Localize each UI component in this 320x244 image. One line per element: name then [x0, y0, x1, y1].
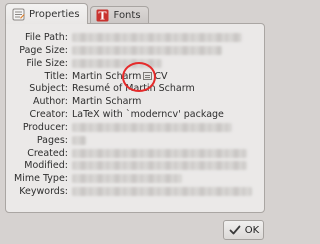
title-row: Title: Martin Scharm CV — [6, 70, 264, 83]
pages-label: Pages: — [36, 134, 68, 146]
keywords-label: Keywords: — [19, 186, 68, 198]
keywords-value-redacted — [72, 187, 252, 197]
file-path-label: File Path: — [25, 32, 68, 43]
title-label: Title: — [44, 70, 68, 82]
svg-text:T: T — [98, 10, 107, 23]
ok-button-label: OK — [244, 224, 260, 236]
fonts-icon: T — [96, 9, 110, 23]
properties-icon — [11, 7, 25, 21]
unknown-glyph-icon — [143, 71, 153, 80]
file-size-row: File Size: — [6, 57, 264, 70]
tab-bar: Properties T Fonts — [5, 3, 149, 24]
creator-label: Creator: — [29, 109, 68, 121]
properties-panel: File Path: Page Size: File Size: Title: … — [5, 23, 265, 213]
file-path-row: File Path: — [6, 31, 264, 44]
tab-properties-label: Properties — [29, 8, 80, 20]
mime-type-row: Mime Type: — [6, 172, 264, 185]
title-value-part-2: CV — [154, 70, 168, 82]
modified-value-redacted — [72, 161, 247, 171]
subject-row: Subject: Resumé of Martin Scharm — [6, 82, 264, 95]
subject-value: Resumé of Martin Scharm — [72, 83, 195, 95]
checkmark-icon — [228, 223, 242, 237]
producer-value-redacted — [72, 122, 232, 132]
page-size-label: Page Size: — [19, 44, 68, 56]
created-label: Created: — [27, 147, 68, 159]
page-size-value-redacted — [72, 45, 222, 55]
mime-type-value-redacted — [72, 174, 182, 184]
title-value-part-1: Martin Scharm — [72, 70, 142, 82]
page-size-row: Page Size: — [6, 44, 264, 57]
ok-button[interactable]: OK — [223, 220, 264, 240]
file-size-value-redacted — [72, 58, 162, 68]
created-value-redacted — [72, 148, 247, 158]
creator-row: Creator: LaTeX with `moderncv' package — [6, 108, 264, 121]
producer-row: Producer: — [6, 121, 264, 134]
pages-row: Pages: — [6, 134, 264, 147]
subject-label: Subject: — [29, 83, 68, 95]
modified-label: Modified: — [24, 160, 68, 172]
producer-label: Producer: — [22, 121, 68, 133]
keywords-row: Keywords: — [6, 185, 264, 198]
file-path-value-redacted — [72, 33, 242, 42]
author-row: Author: Martin Scharm — [6, 95, 264, 108]
author-label: Author: — [32, 96, 68, 108]
author-value: Martin Scharm — [72, 96, 142, 108]
tab-properties[interactable]: Properties — [5, 3, 88, 24]
properties-list: File Path: Page Size: File Size: Title: … — [6, 31, 264, 198]
title-value: Martin Scharm CV — [72, 70, 168, 83]
tab-fonts-label: Fonts — [113, 10, 141, 21]
tab-fonts[interactable]: T Fonts — [89, 6, 149, 24]
file-size-label: File Size: — [26, 57, 68, 69]
mime-type-label: Mime Type: — [14, 173, 68, 185]
creator-value: LaTeX with `moderncv' package — [72, 109, 224, 121]
created-row: Created: — [6, 147, 264, 160]
pages-value-redacted — [72, 135, 86, 145]
modified-row: Modified: — [6, 159, 264, 172]
